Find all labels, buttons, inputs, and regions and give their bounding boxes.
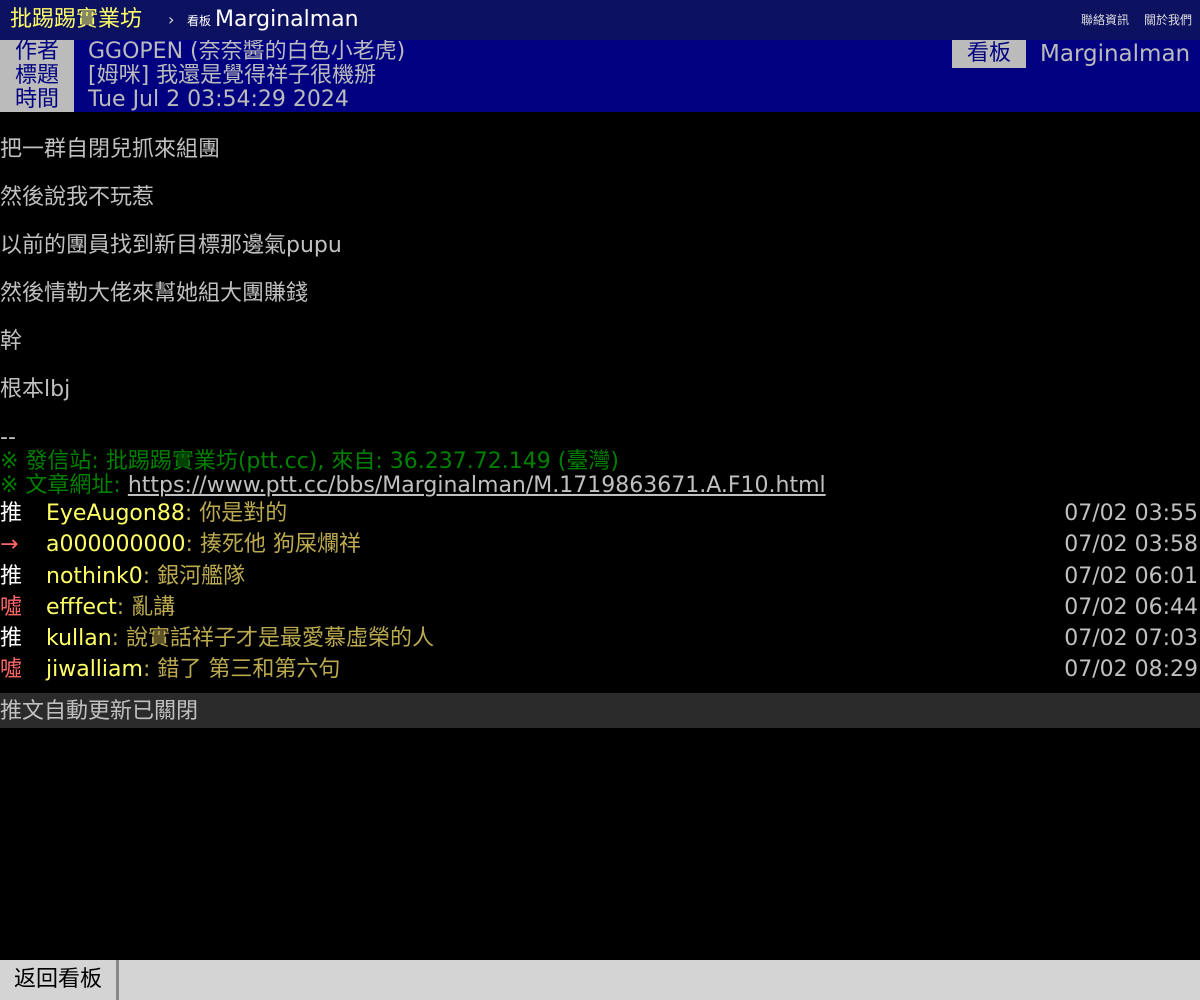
push-time: 07/02 06:44: [1064, 594, 1198, 620]
body-line: 根本lbj: [0, 377, 71, 402]
push-time: 07/02 07:03: [1064, 626, 1198, 652]
push-body: a000000000: 揍死他 狗屎爛祥: [46, 529, 361, 560]
push-item: 噓 jiwalliam: 錯了 第三和第六句 07/02 08:29: [0, 654, 1200, 685]
push-userid: jiwalliam: [46, 657, 143, 683]
push-item: 噓 efffect: 亂講 07/02 06:44: [0, 592, 1200, 623]
signature-dash: --: [0, 425, 16, 450]
time-tag: 時間: [0, 86, 74, 112]
body-line: 把一群自閉兒抓來組團: [0, 137, 221, 162]
article-body: 把一群自閉兒抓來組團 然後說我不玩惹 以前的團員找到新目標那邊氣pupu 然後情…: [0, 126, 1200, 414]
push-time: 07/02 03:58: [1064, 532, 1198, 558]
push-tag: →: [0, 532, 19, 558]
push-body: efffect: 亂講: [46, 592, 175, 623]
push-item: 推 nothink0: 銀河艦隊 07/02 06:01: [0, 561, 1200, 592]
push-item: 推 kullan: 說實話祥子才是最愛慕虛榮的人 07/02 07:03: [0, 623, 1200, 654]
push-content: : 你是對的: [184, 501, 288, 526]
push-userid: efffect: [46, 594, 117, 620]
site-title-link[interactable]: 批踢踢實業坊: [10, 4, 142, 36]
contact-link[interactable]: 聯絡資訊: [1081, 11, 1129, 29]
push-body: EyeAugon88: 你是對的: [46, 498, 287, 529]
breadcrumb-board-link[interactable]: Marginalman: [215, 4, 359, 36]
body-line: 以前的團員找到新目標那邊氣pupu: [0, 233, 342, 258]
signature-url-line: ※ 文章網址: https://www.ptt.cc/bbs/Marginalm…: [0, 474, 1200, 498]
board-value: Marginalman: [1040, 41, 1191, 67]
push-item: 推 EyeAugon88: 你是對的 07/02 03:55: [0, 498, 1200, 529]
push-content: : 揍死他 狗屎爛祥: [185, 532, 361, 558]
push-content: : 亂講: [116, 594, 176, 620]
time-value: Tue Jul 2 03:54:29 2024: [74, 86, 362, 112]
push-tag: 推: [0, 563, 23, 589]
push-list: 推 EyeAugon88: 你是對的 07/02 03:55 → a000000…: [0, 498, 1200, 686]
push-content: : 錯了 第三和第六句: [142, 657, 341, 683]
push-userid: nothink0: [46, 563, 143, 589]
body-line: 然後情勒大佬來幫她組大團賺錢: [0, 281, 309, 306]
title-tag: 標題: [0, 64, 74, 88]
top-navbar: 批踢踢實業坊 › 看板 Marginalman 聯絡資訊 關於我們: [0, 0, 1200, 40]
auto-update-status: 推文自動更新已關閉: [0, 693, 1200, 728]
push-tag: 噓: [0, 594, 23, 620]
about-link[interactable]: 關於我們: [1144, 11, 1192, 29]
push-userid: kullan: [46, 626, 112, 652]
push-userid: a000000000: [46, 532, 186, 558]
bottom-bar: 返回看板: [0, 960, 1200, 1000]
push-body: nothink0: 銀河艦隊: [46, 561, 245, 592]
push-time: 07/02 03:55: [1064, 501, 1198, 526]
article-url-link[interactable]: https://www.ptt.cc/bbs/Marginalman/M.171…: [128, 473, 826, 498]
push-content: : 說實話祥子才是最愛慕虛榮的人: [111, 626, 435, 652]
board-tag: 看板: [952, 40, 1026, 68]
author-tag: 作者: [0, 40, 74, 64]
push-tag: 噓: [0, 657, 23, 683]
push-tag: 推: [0, 501, 23, 526]
back-to-board-button[interactable]: 返回看板: [0, 960, 119, 1000]
push-time: 07/02 06:01: [1064, 563, 1198, 589]
push-body: kullan: 說實話祥子才是最愛慕虛榮的人: [46, 623, 434, 654]
body-line: 然後說我不玩惹: [0, 185, 155, 210]
push-content: : 銀河艦隊: [142, 563, 246, 589]
push-body: jiwalliam: 錯了 第三和第六句: [46, 654, 340, 685]
push-time: 07/02 08:29: [1064, 657, 1198, 683]
push-item: → a000000000: 揍死他 狗屎爛祥 07/02 03:58: [0, 529, 1200, 560]
breadcrumb-board-label: 看板: [187, 14, 212, 28]
body-line: 幹: [0, 329, 23, 354]
signature-url-label: ※ 文章網址:: [0, 473, 128, 498]
breadcrumb-separator: ›: [168, 10, 175, 29]
signature-origin: ※ 發信站: 批踢踢實業坊(ptt.cc), 來自: 36.237.72.149…: [0, 449, 619, 474]
push-userid: EyeAugon88: [46, 501, 185, 526]
article-meta-header: 作者 GGOPEN (奈奈醬的白色小老虎) 標題 [姆咪] 我還是覺得祥子很機掰…: [0, 40, 1200, 112]
title-value: [姆咪] 我還是覺得祥子很機掰: [74, 64, 428, 88]
push-tag: 推: [0, 626, 23, 652]
author-value: GGOPEN (奈奈醬的白色小老虎): [74, 40, 428, 64]
